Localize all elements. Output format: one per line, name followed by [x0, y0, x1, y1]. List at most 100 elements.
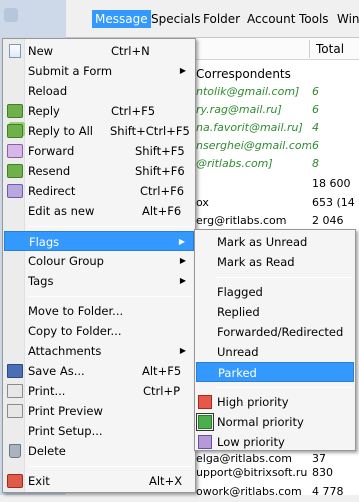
menu-item-print[interactable]: Print... Ctrl+P: [4, 381, 194, 401]
print-preview-icon: [7, 404, 23, 418]
menu-item-replied[interactable]: Replied: [196, 302, 354, 322]
list-row[interactable]: nserghei@gmail.com] 6: [196, 136, 359, 156]
menu-item-label: Tags: [28, 274, 54, 288]
list-row[interactable]: @ritlabs.com] 8: [196, 154, 359, 174]
menu-item-shortcut: Shift+F5: [135, 144, 185, 158]
list-row[interactable]: upport@bitrixsoft.ru 830: [196, 463, 359, 483]
exit-icon: [7, 474, 23, 488]
menu-item-normal-priority[interactable]: Normal priority: [196, 412, 354, 432]
list-row[interactable]: 18 600: [196, 174, 359, 194]
menu-item-redirect[interactable]: Redirect Ctrl+F6: [4, 181, 194, 201]
resend-icon: [7, 164, 23, 178]
list-cell: 830: [312, 466, 333, 479]
menu-item-label: Colour Group: [28, 254, 104, 268]
submenu-arrow-icon: ▶: [179, 256, 186, 265]
list-cell: 653 (14 1: [312, 196, 359, 209]
normal-priority-icon: [196, 413, 214, 431]
menu-item-forward[interactable]: Forward Shift+F5: [4, 141, 194, 161]
menu-item-flags[interactable]: Flags ▶: [4, 231, 194, 251]
menu-item-unread[interactable]: Unread: [196, 342, 354, 362]
menu-item-mark-as-read[interactable]: Mark as Read: [196, 252, 354, 272]
menu-item-submit-form[interactable]: Submit a Form ▶: [4, 61, 194, 81]
menu-item-delete[interactable]: Delete: [4, 441, 194, 461]
list-cell: ry.rag@mail.ru]: [196, 103, 282, 116]
menu-account[interactable]: Account: [244, 10, 298, 28]
list-cell: owork@ritlabs.com: [196, 485, 302, 498]
menu-item-shortcut: Ctrl+N: [111, 44, 150, 58]
menu-item-flagged[interactable]: Flagged: [196, 282, 354, 302]
toolbar-icon[interactable]: [4, 8, 18, 22]
menu-item-label: Submit a Form: [28, 64, 113, 78]
redirect-icon: [7, 184, 23, 198]
low-priority-icon: [198, 435, 212, 449]
list-cell: erg@ritlabs.com: [196, 214, 287, 227]
list-cell: upport@bitrixsoft.ru: [196, 466, 308, 479]
menu-item-reload[interactable]: Reload: [4, 81, 194, 101]
menu-item-print-setup[interactable]: Print Setup...: [4, 421, 194, 441]
menu-item-save-as[interactable]: Save As... Alt+F5: [4, 361, 194, 381]
list-row[interactable]: ry.rag@mail.ru] 6: [196, 100, 359, 120]
menu-item-reply[interactable]: Reply Ctrl+F5: [4, 101, 194, 121]
menu-item-resend[interactable]: Resend Shift+F6: [4, 161, 194, 181]
menu-window[interactable]: Win: [334, 10, 359, 28]
menu-item-shortcut: Shift+F6: [135, 164, 185, 178]
menu-item-label: Unread: [217, 345, 259, 359]
menu-folder[interactable]: Folder: [200, 10, 243, 28]
list-row[interactable]: owork@ritlabs.com 4 778: [196, 482, 359, 502]
menu-item-label: Mark as Unread: [217, 235, 308, 249]
menu-item-print-preview[interactable]: Print Preview: [4, 401, 194, 421]
menu-message[interactable]: Message: [92, 10, 151, 28]
menu-item-label: Attachments: [28, 344, 102, 358]
menu-item-exit[interactable]: Exit Alt+X: [4, 471, 194, 491]
menu-item-label: Parked: [218, 366, 257, 380]
menu-item-label: Print Preview: [28, 404, 103, 418]
list-header: Total: [196, 38, 359, 60]
list-cell: @ritlabs.com]: [196, 157, 273, 170]
menu-item-label: Flagged: [217, 285, 263, 299]
list-row[interactable]: na.favorit@mail.ru] 4: [196, 118, 359, 138]
list-row[interactable]: erg@ritlabs.com 2 046: [196, 211, 359, 231]
menu-item-shortcut: Alt+X: [149, 474, 183, 488]
list-cell: 6: [312, 139, 319, 152]
menu-item-shortcut: Ctrl+F5: [111, 104, 156, 118]
list-row[interactable]: Correspondents: [196, 64, 359, 84]
menu-item-label: Replied: [217, 305, 260, 319]
menu-bar: Message Specials Folder Account Tools Wi…: [66, 0, 359, 38]
menu-item-label: New: [28, 44, 54, 58]
list-row[interactable]: ox 653 (14 1: [196, 193, 359, 213]
menu-item-shortcut: Alt+F6: [142, 204, 182, 218]
menu-item-label: Mark as Read: [217, 255, 295, 269]
message-menu: New Ctrl+N Submit a Form ▶ Reload Reply …: [2, 38, 196, 493]
menu-item-low-priority[interactable]: Low priority: [196, 432, 354, 452]
reply-all-icon: [7, 124, 23, 138]
total-column-header[interactable]: Total: [316, 42, 344, 56]
menu-item-reply-all[interactable]: Reply to All Shift+Ctrl+F5: [4, 121, 194, 141]
menu-item-move-to-folder[interactable]: Move to Folder...: [4, 301, 194, 321]
menu-item-colour-group[interactable]: Colour Group ▶: [4, 251, 194, 271]
menu-item-forwarded-redirected[interactable]: Forwarded/Redirected: [196, 322, 354, 342]
high-priority-icon: [198, 395, 212, 409]
column-separator[interactable]: [309, 40, 310, 58]
list-cell: 6: [312, 103, 319, 116]
menu-item-high-priority[interactable]: High priority: [196, 392, 354, 412]
list-cell: 4 778: [312, 485, 344, 498]
menu-item-label: Exit: [28, 474, 50, 488]
menu-tools[interactable]: Tools: [296, 10, 332, 28]
menu-item-label: Forward: [28, 144, 75, 158]
menu-item-label: Print...: [28, 384, 66, 398]
menu-item-new[interactable]: New Ctrl+N: [4, 41, 194, 61]
menu-item-label: Reply to All: [28, 124, 93, 138]
submenu-arrow-icon: ▶: [179, 66, 186, 75]
menu-item-label: Reply: [28, 104, 60, 118]
menu-item-edit-as-new[interactable]: Edit as new Alt+F6: [4, 201, 194, 221]
list-row[interactable]: ntolik@gmail.com] 6: [196, 82, 359, 102]
menu-item-mark-as-unread[interactable]: Mark as Unread: [196, 232, 354, 252]
menu-item-label: Reload: [28, 84, 68, 98]
list-cell: 2 046: [312, 214, 344, 227]
menu-item-tags[interactable]: Tags ▶: [4, 271, 194, 291]
menu-item-label: Move to Folder...: [28, 304, 124, 318]
menu-item-attachments[interactable]: Attachments ▶: [4, 341, 194, 361]
menu-item-copy-to-folder[interactable]: Copy to Folder...: [4, 321, 194, 341]
menu-specials[interactable]: Specials: [148, 10, 204, 28]
menu-item-parked[interactable]: Parked: [196, 362, 354, 382]
